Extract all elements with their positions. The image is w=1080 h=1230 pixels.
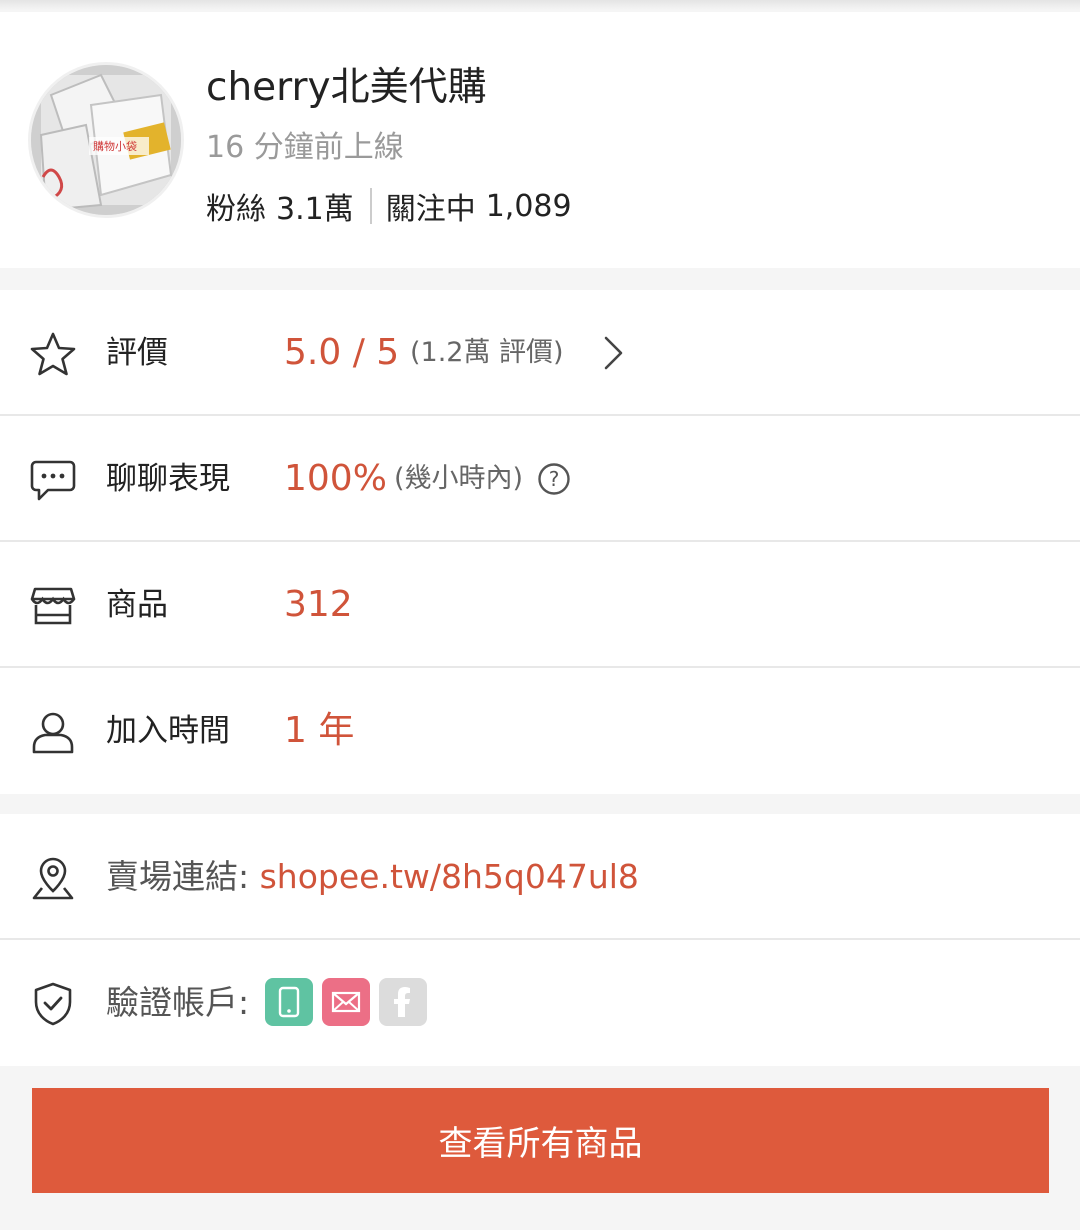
mail-icon	[331, 991, 361, 1013]
view-all-products-button[interactable]: 查看所有商品	[32, 1088, 1049, 1193]
follow-stats: 粉絲 3.1萬 關注中 1,089	[206, 184, 572, 228]
following-count[interactable]: 1,089	[486, 189, 572, 224]
joined-value: 1 年	[284, 710, 355, 751]
rating-row[interactable]: 評價 5.0 / 5 (1.2萬 評價)	[0, 290, 1080, 416]
location-pin-icon	[32, 857, 74, 900]
shop-link-label: 賣場連結: shopee.tw/8h5q047ul8	[106, 814, 639, 940]
shield-check-icon	[34, 982, 72, 1026]
rating-value: 5.0 / 5	[284, 332, 400, 373]
user-icon	[32, 712, 74, 754]
shop-link-row: 賣場連結: shopee.tw/8h5q047ul8	[0, 814, 1080, 940]
chat-response-note: (幾小時內)	[394, 463, 524, 494]
facebook-verified-badge	[379, 978, 427, 1026]
email-verified-badge	[322, 978, 370, 1026]
verification-badges	[265, 978, 436, 1026]
products-label: 商品	[106, 587, 168, 623]
chat-performance-value: 100%	[284, 458, 387, 499]
products-row[interactable]: 商品 312	[0, 542, 1080, 668]
shop-info-card: 賣場連結: shopee.tw/8h5q047ul8 驗證帳戶:	[0, 814, 1080, 1066]
verification-row: 驗證帳戶:	[0, 940, 1080, 1066]
shop-stats-card: 評價 5.0 / 5 (1.2萬 評價) 聊聊表現 100% (幾小時內) ? …	[0, 290, 1080, 794]
phone-icon	[278, 986, 300, 1018]
last-online-status: 16 分鐘前上線	[206, 130, 404, 165]
rating-label: 評價	[106, 335, 168, 371]
help-icon[interactable]: ?	[537, 462, 571, 496]
verification-label: 驗證帳戶:	[106, 983, 250, 1022]
joined-row: 加入時間 1 年	[0, 668, 1080, 794]
phone-verified-badge	[265, 978, 313, 1026]
shop-name: cherry北美代購	[206, 65, 487, 110]
followers-label: 粉絲	[206, 192, 266, 227]
shop-icon	[30, 587, 76, 625]
chat-bubble-icon	[30, 460, 76, 501]
chat-performance-row: 聊聊表現 100% (幾小時內) ?	[0, 416, 1080, 542]
shop-link-url[interactable]: shopee.tw/8h5q047ul8	[260, 857, 639, 896]
stats-divider	[369, 188, 372, 224]
followers-count[interactable]: 3.1萬	[276, 184, 354, 228]
avatar-image: 購物小袋	[31, 65, 181, 215]
products-count: 312	[284, 584, 353, 625]
chat-performance-label: 聊聊表現	[106, 461, 230, 497]
joined-label: 加入時間	[106, 713, 230, 749]
top-shadow	[0, 0, 1080, 10]
rating-count-note: (1.2萬 評價)	[410, 337, 564, 368]
bottom-action-bar: 查看所有商品	[0, 1066, 1080, 1230]
chevron-right-icon[interactable]	[598, 328, 630, 378]
shop-profile-header: 購物小袋 cherry北美代購 16 分鐘前上線 粉絲 3.1萬 關注中 1,0…	[0, 12, 1080, 268]
shop-avatar[interactable]: 購物小袋	[28, 62, 184, 218]
facebook-icon	[394, 987, 410, 1017]
star-icon	[30, 332, 76, 376]
shop-link-text: 賣場連結:	[106, 857, 260, 896]
avatar-text: 購物小袋	[93, 139, 137, 153]
svg-text:?: ?	[549, 467, 560, 491]
following-label: 關注中	[385, 192, 476, 227]
